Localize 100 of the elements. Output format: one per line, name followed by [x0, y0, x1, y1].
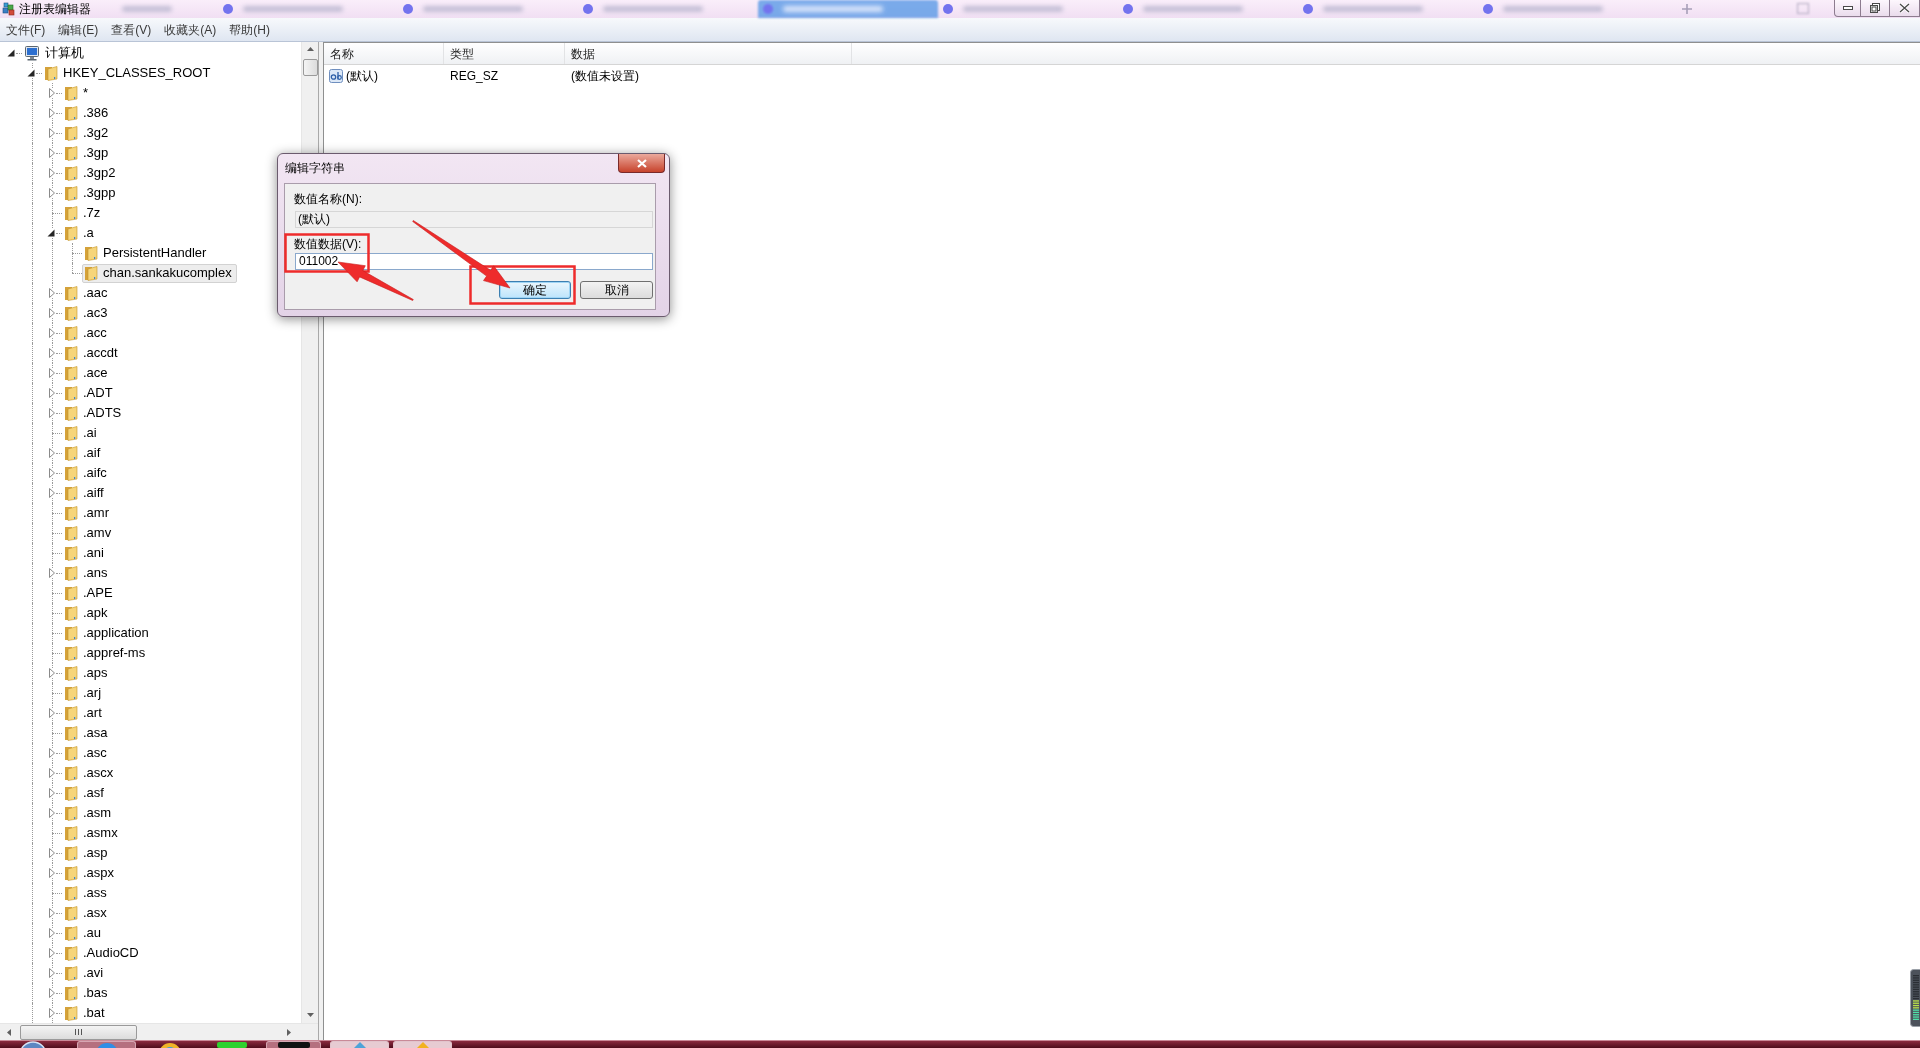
tree-item[interactable]: .appref-ms	[62, 643, 151, 663]
expand-arrow-icon[interactable]	[49, 408, 55, 418]
tree-item[interactable]: .ascx	[62, 763, 119, 783]
expand-arrow-icon[interactable]	[49, 928, 55, 938]
tree-item[interactable]: .bas	[62, 983, 113, 1003]
tree-item[interactable]: .APE	[62, 583, 118, 603]
tree-item[interactable]: .asf	[62, 783, 109, 803]
close-button[interactable]	[618, 154, 665, 173]
column-header[interactable]: 名称	[324, 43, 444, 64]
tree-item[interactable]: .a	[62, 223, 99, 243]
plus-icon[interactable]	[1682, 4, 1692, 14]
expand-arrow-icon[interactable]	[49, 288, 55, 298]
collapse-arrow-icon[interactable]	[7, 49, 15, 57]
expand-arrow-icon[interactable]	[49, 488, 55, 498]
start-orb-icon[interactable]	[20, 1041, 46, 1048]
tree-item[interactable]: .ani	[62, 543, 109, 563]
tree-item[interactable]: .bat	[62, 1003, 110, 1023]
tree-item[interactable]: .asp	[62, 843, 113, 863]
scroll-left-arrow-icon[interactable]	[7, 1028, 11, 1036]
tree-item[interactable]: .amv	[62, 523, 117, 543]
restore-button[interactable]	[1861, 0, 1890, 17]
tree-item[interactable]: .asx	[62, 903, 112, 923]
tree-item[interactable]: 计算机	[22, 43, 89, 63]
tree-item[interactable]: .apk	[62, 603, 113, 623]
tree-item[interactable]: .accdt	[62, 343, 123, 363]
expand-arrow-icon[interactable]	[49, 188, 55, 198]
expand-arrow-icon[interactable]	[49, 768, 55, 778]
tree-item[interactable]: HKEY_CLASSES_ROOT	[42, 63, 216, 83]
expand-arrow-icon[interactable]	[49, 908, 55, 918]
scroll-down-arrow-icon[interactable]	[306, 1013, 314, 1017]
expand-arrow-icon[interactable]	[49, 788, 55, 798]
tree-item[interactable]: .ace	[62, 363, 113, 383]
value-name-field[interactable]: (默认)	[295, 211, 653, 228]
tree-item[interactable]: .arj	[62, 683, 107, 703]
expand-arrow-icon[interactable]	[49, 1008, 55, 1018]
tree-item[interactable]: .aiff	[62, 483, 109, 503]
scroll-up-arrow-icon[interactable]	[306, 47, 314, 51]
tree-item[interactable]: .aif	[62, 443, 106, 463]
expand-arrow-icon[interactable]	[49, 668, 55, 678]
tree-item[interactable]: .asa	[62, 723, 113, 743]
scrollbar-thumb[interactable]	[302, 59, 318, 76]
tree-item[interactable]: .application	[62, 623, 154, 643]
expand-arrow-icon[interactable]	[49, 148, 55, 158]
collapse-arrow-icon[interactable]	[27, 69, 35, 77]
app-icon[interactable]	[160, 1042, 180, 1048]
column-header[interactable]: 数据	[565, 43, 852, 64]
expand-arrow-icon[interactable]	[49, 968, 55, 978]
expand-arrow-icon[interactable]	[49, 368, 55, 378]
browser-tab[interactable]	[758, 0, 938, 18]
expand-arrow-icon[interactable]	[49, 128, 55, 138]
tree-item[interactable]: .aac	[62, 283, 113, 303]
dialog-button[interactable]: 取消	[580, 281, 653, 299]
expand-arrow-icon[interactable]	[49, 328, 55, 338]
menu-item[interactable]: 帮助(H)	[229, 20, 270, 39]
dialog-button[interactable]: 确定	[499, 281, 571, 299]
expand-arrow-icon[interactable]	[49, 948, 55, 958]
tree-item[interactable]: .aifc	[62, 463, 112, 483]
expand-arrow-icon[interactable]	[49, 808, 55, 818]
scroll-right-arrow-icon[interactable]	[287, 1028, 291, 1036]
tree-item[interactable]: .asm	[62, 803, 117, 823]
expand-arrow-icon[interactable]	[49, 108, 55, 118]
tree-item[interactable]: .au	[62, 923, 107, 943]
tree-item[interactable]: .asmx	[62, 823, 123, 843]
tree-item[interactable]: .ai	[62, 423, 102, 443]
expand-arrow-icon[interactable]	[49, 88, 55, 98]
tree-item[interactable]: .ADTS	[62, 403, 127, 423]
tree-item[interactable]: .3gp2	[62, 163, 121, 183]
tree-item[interactable]: .3g2	[62, 123, 114, 143]
tree-item[interactable]: .AudioCD	[62, 943, 144, 963]
minimize-button[interactable]	[1834, 0, 1861, 17]
tree-item[interactable]: *	[62, 83, 94, 103]
expand-arrow-icon[interactable]	[49, 348, 55, 358]
tree-item[interactable]: .avi	[62, 963, 109, 983]
tree-item[interactable]: .ac3	[62, 303, 113, 323]
expand-arrow-icon[interactable]	[49, 468, 55, 478]
close-button[interactable]	[1890, 0, 1920, 17]
tree-item[interactable]: .art	[62, 703, 107, 723]
tree-item[interactable]: .ans	[62, 563, 113, 583]
collapse-arrow-icon[interactable]	[47, 229, 55, 237]
expand-arrow-icon[interactable]	[49, 308, 55, 318]
scrollbar-thumb[interactable]	[20, 1024, 137, 1040]
column-header[interactable]: 类型	[444, 43, 565, 64]
tree-item[interactable]: .amr	[62, 503, 114, 523]
tree-item[interactable]: .aspx	[62, 863, 120, 883]
expand-arrow-icon[interactable]	[49, 708, 55, 718]
expand-arrow-icon[interactable]	[49, 568, 55, 578]
tree-item[interactable]: .ADT	[62, 383, 118, 403]
expand-arrow-icon[interactable]	[49, 988, 55, 998]
expand-arrow-icon[interactable]	[49, 748, 55, 758]
tree-item[interactable]: .7z	[62, 203, 106, 223]
tree-item[interactable]: PersistentHandler	[82, 243, 212, 263]
menu-item[interactable]: 文件(F)	[6, 20, 46, 39]
expand-arrow-icon[interactable]	[49, 448, 55, 458]
taskbar-button[interactable]	[266, 1041, 321, 1048]
expand-arrow-icon[interactable]	[49, 388, 55, 398]
menu-item[interactable]: 查看(V)	[111, 20, 152, 39]
menu-item[interactable]: 收藏夹(A)	[164, 20, 217, 39]
expand-arrow-icon[interactable]	[49, 848, 55, 858]
tree-item[interactable]: chan.sankakucomplex	[82, 263, 237, 283]
tree-item[interactable]: .ass	[62, 883, 112, 903]
